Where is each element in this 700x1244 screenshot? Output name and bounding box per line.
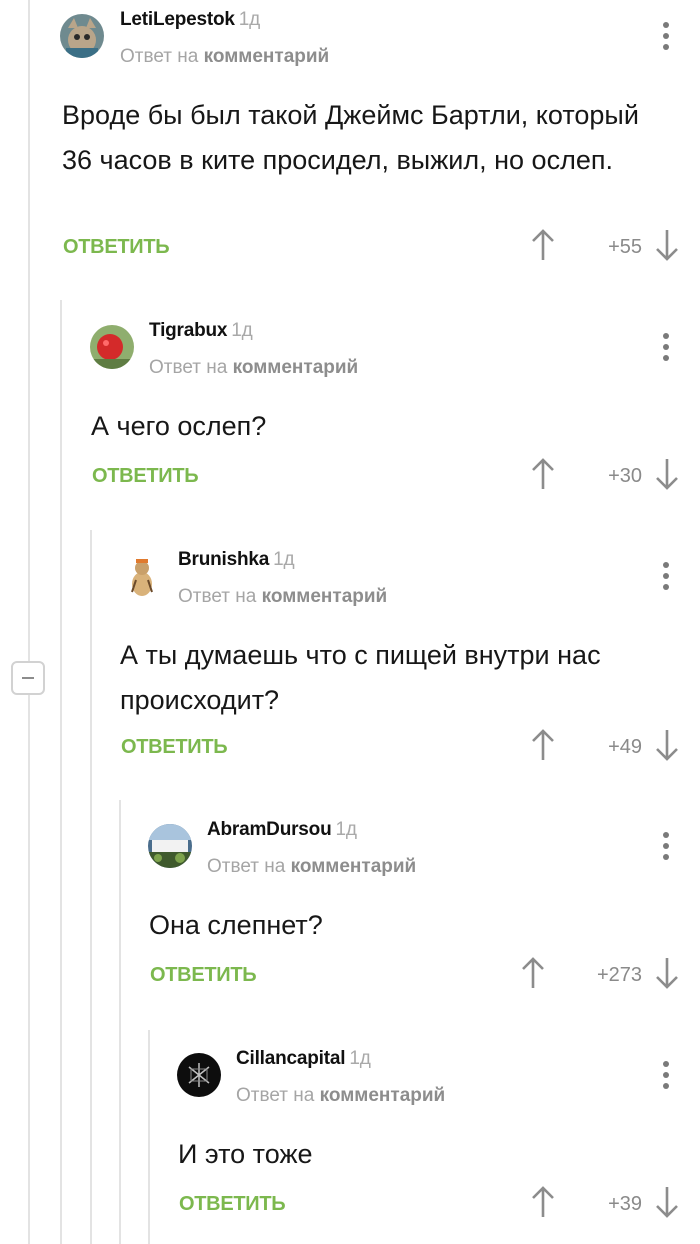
comment: Cillancapital 1д Ответ на комментарий И э… <box>150 1039 700 1244</box>
comment-score: +273 <box>596 964 642 986</box>
comment-text: Вроде бы был такой Джеймс Бартли, которы… <box>62 100 639 175</box>
username-text: Brunishka <box>178 549 270 570</box>
comment-text: И это тоже <box>178 1139 313 1169</box>
reply-to-link[interactable]: Ответ на комментарий <box>236 1085 445 1107</box>
more-vertical-icon[interactable] <box>656 20 676 52</box>
comment-time: 1д <box>273 549 295 570</box>
vote-control: +49 <box>530 728 680 768</box>
comment-score: +49 <box>608 736 642 758</box>
reply-to-target: комментарий <box>319 1085 446 1106</box>
username[interactable]: AbramDursou 1д <box>207 819 357 841</box>
reply-to-link[interactable]: Ответ на комментарий <box>207 856 416 878</box>
avatar[interactable] <box>148 824 192 868</box>
more-vertical-icon[interactable] <box>656 1059 676 1091</box>
username-text: Cillancapital <box>236 1048 346 1069</box>
reply-to-target: комментарий <box>290 856 417 877</box>
reply-button[interactable]: ОТВЕТИТЬ <box>179 1193 286 1216</box>
reply-to-target: комментарий <box>203 46 330 67</box>
comment-score: +39 <box>608 1193 642 1215</box>
reply-to-target: комментарий <box>232 357 359 378</box>
avatar[interactable] <box>60 14 104 58</box>
reply-to-prefix: Ответ на <box>207 856 286 877</box>
comment-text: А ты думаешь что с пищей внутри нас прои… <box>120 640 601 715</box>
upvote-arrow-icon[interactable] <box>530 728 556 762</box>
username[interactable]: LetiLepestok 1д <box>120 9 260 31</box>
downvote-arrow-icon[interactable] <box>654 1185 680 1219</box>
more-vertical-icon[interactable] <box>656 830 676 862</box>
comment-time: 1д <box>238 9 261 30</box>
vote-control: +273 <box>520 956 680 996</box>
avatar[interactable] <box>177 1053 221 1097</box>
upvote-arrow-icon[interactable] <box>520 956 546 990</box>
reply-to-prefix: Ответ на <box>149 357 228 378</box>
reply-button[interactable]: ОТВЕТИТЬ <box>92 465 199 488</box>
comment-text: А чего ослеп? <box>91 411 267 441</box>
username-text: Tigrabux <box>149 320 228 341</box>
comment: Brunishka 1д Ответ на комментарий А ты ду… <box>92 540 700 780</box>
username[interactable]: Tigrabux 1д <box>149 320 253 342</box>
comment-time: 1д <box>349 1048 371 1069</box>
more-vertical-icon[interactable] <box>656 560 676 592</box>
upvote-arrow-icon[interactable] <box>530 1185 556 1219</box>
reply-to-prefix: Ответ на <box>236 1085 315 1106</box>
reply-to-link[interactable]: Ответ на комментарий <box>178 586 387 608</box>
reply-to-link[interactable]: Ответ на комментарий <box>149 357 358 379</box>
downvote-arrow-icon[interactable] <box>654 956 680 990</box>
username-text: LetiLepestok <box>120 9 235 30</box>
reply-to-prefix: Ответ на <box>120 46 199 67</box>
reply-to-link[interactable]: Ответ на комментарий <box>120 46 329 68</box>
username-text: AbramDursou <box>207 819 332 840</box>
comment: Tigrabux 1д Ответ на комментарий А чего о… <box>62 311 700 511</box>
username[interactable]: Cillancapital 1д <box>236 1048 371 1070</box>
upvote-arrow-icon[interactable] <box>530 228 556 262</box>
downvote-arrow-icon[interactable] <box>654 228 680 262</box>
comment-text: Она слепнет? <box>149 910 323 940</box>
more-vertical-icon[interactable] <box>656 331 676 363</box>
upvote-arrow-icon[interactable] <box>530 457 556 491</box>
reply-button[interactable]: ОТВЕТИТЬ <box>150 964 257 987</box>
thread-line <box>28 0 30 1244</box>
comment: LetiLepestok 1д Ответ на комментарий Врод… <box>32 0 700 280</box>
downvote-arrow-icon[interactable] <box>654 457 680 491</box>
comment-score: +30 <box>608 465 642 487</box>
vote-control: +39 <box>530 1185 680 1225</box>
reply-button[interactable]: ОТВЕТИТЬ <box>63 236 170 259</box>
comment: AbramDursou 1д Ответ на комментарий Она с… <box>121 810 700 1010</box>
reply-to-prefix: Ответ на <box>178 586 257 607</box>
comment-time: 1д <box>231 320 253 341</box>
vote-control: +55 <box>530 228 680 268</box>
reply-button[interactable]: ОТВЕТИТЬ <box>121 736 228 759</box>
comment-time: 1д <box>335 819 357 840</box>
avatar[interactable] <box>120 554 164 598</box>
username[interactable]: Brunishka 1д <box>178 549 295 571</box>
comment-score: +55 <box>608 236 642 258</box>
avatar[interactable] <box>90 325 134 369</box>
downvote-arrow-icon[interactable] <box>654 728 680 762</box>
collapse-thread-button[interactable] <box>11 661 45 695</box>
reply-to-target: комментарий <box>261 586 388 607</box>
vote-control: +30 <box>530 457 680 497</box>
